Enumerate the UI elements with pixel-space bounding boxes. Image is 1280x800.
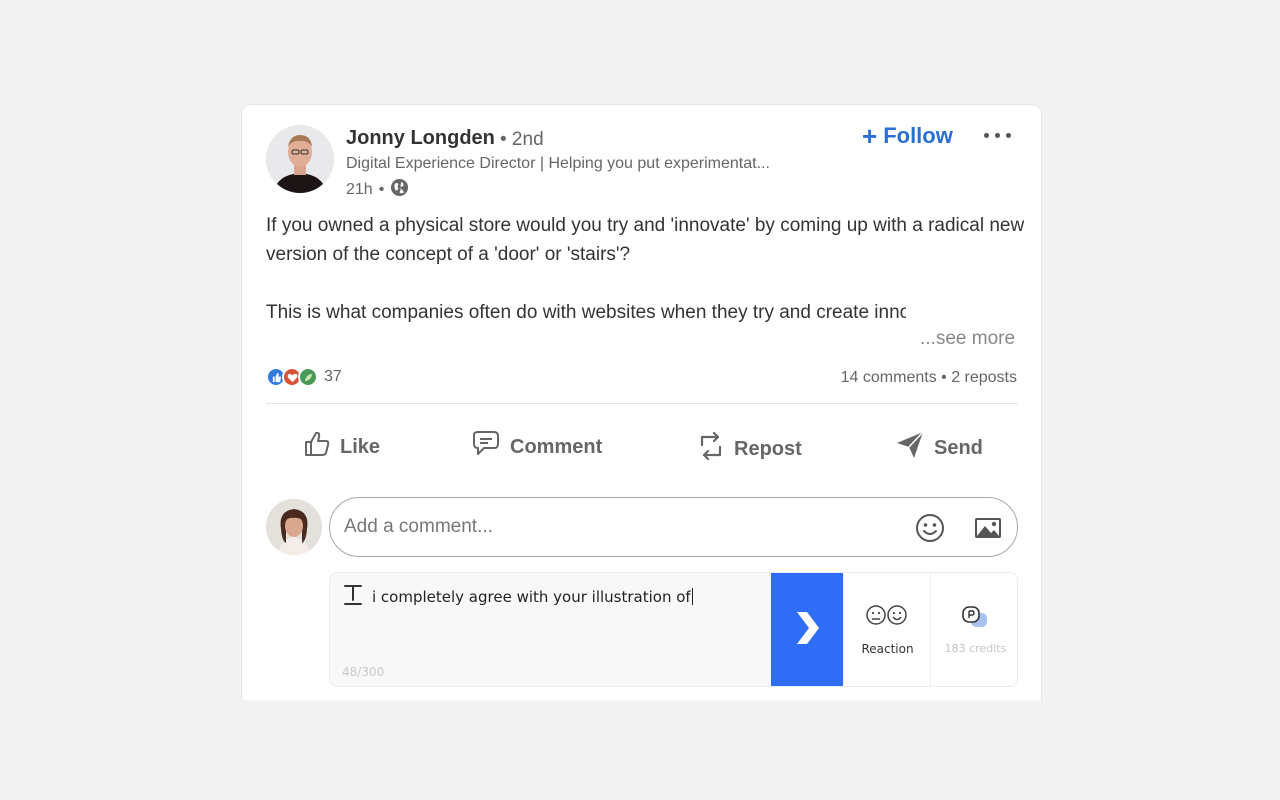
reaction-label: Reaction (861, 642, 914, 656)
comment-icon (470, 429, 502, 465)
author-name[interactable]: Jonny Longden (346, 127, 495, 150)
author-headline: Digital Experience Director | Helping yo… (346, 155, 770, 172)
text-format-icon[interactable] (342, 583, 364, 612)
post-body: If you owned a physical store would you … (266, 211, 1026, 327)
send-label: Send (934, 436, 983, 459)
thumbs-up-icon (302, 429, 332, 465)
post-time: 21h (346, 181, 373, 198)
chevron-right-icon (792, 610, 822, 651)
action-bar: Like Comment Repost Send (266, 425, 1018, 467)
credits-icon (961, 605, 991, 636)
repost-button[interactable]: Repost (696, 429, 802, 469)
follow-button[interactable]: + Follow (862, 123, 953, 149)
my-avatar[interactable] (266, 499, 322, 555)
like-button[interactable]: Like (302, 429, 380, 465)
image-icon[interactable] (972, 512, 1004, 549)
follow-label: Follow (883, 123, 953, 148)
draft-content: i completely agree with your illustratio… (372, 588, 691, 606)
meta-separator: • (378, 181, 385, 198)
reaction-button[interactable]: Reaction (843, 573, 930, 686)
repost-label: Repost (734, 437, 802, 460)
text-caret (691, 588, 693, 605)
comment-button[interactable]: Comment (470, 429, 602, 465)
plus-icon: + (862, 121, 878, 151)
send-button[interactable]: Send (894, 429, 983, 467)
ai-assistant-panel: i completely agree with your illustratio… (329, 572, 1018, 687)
comment-input[interactable] (344, 514, 864, 540)
credits-label: 183 credits (944, 642, 1007, 655)
repost-icon (696, 429, 726, 469)
draft-text[interactable]: i completely agree with your illustratio… (372, 588, 693, 606)
credits-button[interactable]: 183 credits (930, 573, 1017, 686)
post-card: Jonny Longden • 2nd Digital Experience D… (241, 104, 1042, 700)
globe-icon (390, 178, 409, 202)
submit-button[interactable] (771, 573, 843, 686)
post-meta: 21h • (346, 178, 409, 202)
post-paragraph-1: If you owned a physical store would you … (266, 215, 1025, 265)
reaction-count: 37 (324, 368, 342, 385)
see-more-link[interactable]: ...see more (914, 328, 1016, 350)
comment-label: Comment (510, 435, 603, 458)
post-paragraph-2: This is what companies often do with web… (266, 302, 906, 323)
engagement-stats[interactable]: 14 comments • 2 reposts (841, 369, 1017, 387)
connection-degree: • 2nd (500, 129, 544, 150)
comment-box (329, 497, 1018, 557)
more-options-icon[interactable] (984, 133, 1011, 138)
emoji-icon[interactable] (914, 512, 946, 549)
like-label: Like (340, 435, 381, 458)
divider (266, 403, 1018, 404)
reaction-faces-icon (864, 603, 910, 632)
author-avatar[interactable] (266, 125, 334, 193)
insightful-icon (298, 367, 318, 387)
reactions-summary[interactable]: 37 (266, 367, 342, 387)
send-icon (894, 429, 926, 467)
character-counter: 48/300 (342, 665, 385, 679)
